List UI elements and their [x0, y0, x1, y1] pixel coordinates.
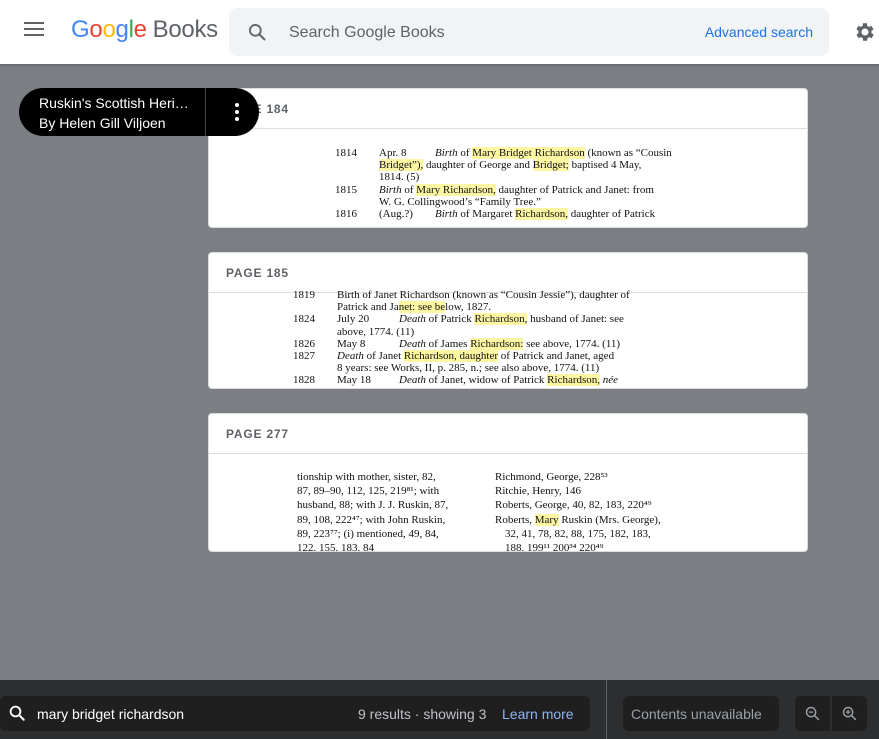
search-highlight: Richardson, daughter — [403, 349, 498, 362]
index-column-right: Richmond, George, 228⁵³ Ritchie, Henry, … — [495, 470, 695, 552]
snippet-line: 8 years: see Works, II, p. 285, n.; see … — [337, 362, 600, 375]
bottom-toolbar: 9 results · showing 3 Learn more Content… — [0, 680, 879, 739]
zoom-in-button[interactable] — [832, 696, 867, 731]
snippet-line: 1827 Death of Janet Richardson, daughter … — [293, 349, 615, 362]
logo-google: Google — [71, 16, 147, 43]
snippet-line: 89, 223⁷⁷; (i) mentioned, 49, 84, — [297, 527, 439, 540]
snippet-line: 122, 155, 183, 84 — [297, 541, 374, 552]
snippet-line: Roberts, Mary Ruskin (Mrs. George), — [495, 513, 661, 526]
search-highlight: Richardson, — [474, 313, 528, 326]
snippet-line: Richmond, George, 228⁵³ — [495, 471, 608, 483]
search-icon[interactable] — [247, 22, 267, 42]
snippet-line: 32, 41, 78, 82, 88, 175, 182, 183, — [505, 527, 651, 540]
snippet-line: husband, 88; with J. J. Ruskin, 87, — [297, 499, 449, 512]
snippet-line: Roberts, George, 40, 82, 183, 220⁴⁹ — [495, 499, 652, 512]
snippet-line: 1814 Apr. 8 Birth of Mary Bridget Richards… — [335, 147, 672, 159]
find-in-book-input[interactable] — [37, 704, 257, 724]
page-snippet: 1819 Birth of Janet Richardson (known as … — [293, 289, 693, 387]
snippet-line: 87, 89–90, 112, 125, 219⁸¹; with — [297, 485, 440, 498]
snippet-line: Patrick and Janet: see below, 1827. — [337, 301, 492, 314]
gear-icon[interactable] — [853, 20, 877, 44]
search-highlight: Richardson, — [515, 207, 569, 220]
zoom-in-icon — [842, 706, 857, 721]
search-highlight: Bridget; — [532, 159, 569, 172]
snippet-line: 1815 Birth of Mary Richardson, daughter o… — [335, 183, 654, 196]
snippet-line: tionship with mother, sister, 82, — [297, 471, 436, 483]
page-result-card[interactable]: PAGE 184 1814Apr. 8Birth of Mary Bridget… — [208, 88, 808, 228]
toolbar-divider — [606, 680, 607, 739]
search-highlight: Mary — [534, 513, 559, 526]
search-highlight: Bridget”), — [379, 159, 424, 172]
index-column-left: tionship with mother, sister, 82, 87, 89… — [297, 470, 487, 552]
page-label: PAGE 185 — [226, 266, 289, 280]
logo-books: Books — [152, 16, 219, 43]
search-highlight: Richardson, — [547, 374, 601, 387]
search-bar: Advanced search — [229, 8, 829, 56]
page-card-header: PAGE 277 — [209, 414, 807, 454]
book-info-chip[interactable]: Ruskin's Scottish Heritage: A Prelude By… — [19, 88, 259, 136]
google-books-logo[interactable]: Google Books — [71, 16, 218, 44]
zoom-out-icon — [805, 706, 820, 721]
advanced-search-link[interactable]: Advanced search — [705, 24, 813, 40]
book-title: Ruskin's Scottish Heritage: A Prelude — [39, 95, 191, 111]
snippet-line: 1828 May 18 Death of Janet, widow of Patri… — [293, 374, 619, 387]
snippet-line: W. G. Collingwood’s “Family Tree.” — [379, 195, 541, 208]
snippet-line: Ritchie, Henry, 146 — [495, 485, 582, 498]
search-highlight: Mary Richardson, — [416, 183, 496, 196]
snippet-line: 89, 108, 222⁴⁷; with John Ruskin, — [297, 513, 446, 526]
search-highlight: Mary Bridget Richardson — [472, 147, 585, 159]
app-header: GoogleBooks Advanced search — [0, 0, 879, 64]
snippet-line: 1819 Birth of Janet Richardson (known as … — [293, 289, 630, 301]
snippet-line: 1826 May 8 Death of James Richardson: see … — [293, 337, 621, 350]
page-result-card[interactable]: PAGE 185 1819 Birth of Janet Richardson (… — [208, 252, 808, 389]
find-in-book-bar: 9 results · showing 3 Learn more — [0, 696, 590, 731]
chip-divider — [205, 88, 206, 136]
search-icon[interactable] — [8, 704, 26, 722]
learn-more-link[interactable]: Learn more — [502, 706, 574, 722]
more-vert-icon[interactable] — [225, 100, 249, 124]
snippet-line: 1814. (5) — [379, 171, 420, 184]
snippet-line: 1824 July 20 Death of Patrick Richardson, … — [293, 313, 624, 326]
page-snippet: 1814 Apr. 8 Birth of Mary Bridget Richards… — [335, 147, 735, 220]
contents-dropdown[interactable]: Contents unavailable — [623, 696, 779, 731]
menu-icon[interactable] — [24, 20, 46, 38]
snippet-line: above, 1774. (11) — [337, 325, 415, 338]
book-author: By Helen Gill Viljoen — [39, 115, 166, 131]
snippet-line: 1816 (Aug.?) Birth of Margaret Richardson,… — [335, 207, 656, 220]
search-input[interactable] — [287, 20, 671, 46]
page-result-card[interactable]: PAGE 277 tionship with mother, sister, 8… — [208, 413, 808, 552]
snippet-line: Bridget”), daughter of George and Bridge… — [379, 159, 642, 172]
page-card-header: PAGE 184 — [209, 89, 807, 129]
page-card-header: PAGE 185 — [209, 253, 807, 293]
result-count: 9 results · showing 3 — [358, 706, 487, 722]
search-highlight: net: see be — [398, 301, 446, 314]
search-highlight: Richardson: — [470, 337, 524, 350]
page-label: PAGE 277 — [226, 427, 289, 441]
zoom-out-button[interactable] — [795, 696, 830, 731]
snippet-line: 188, 199¹¹ 200³⁴ 220⁴⁹ — [505, 541, 604, 552]
